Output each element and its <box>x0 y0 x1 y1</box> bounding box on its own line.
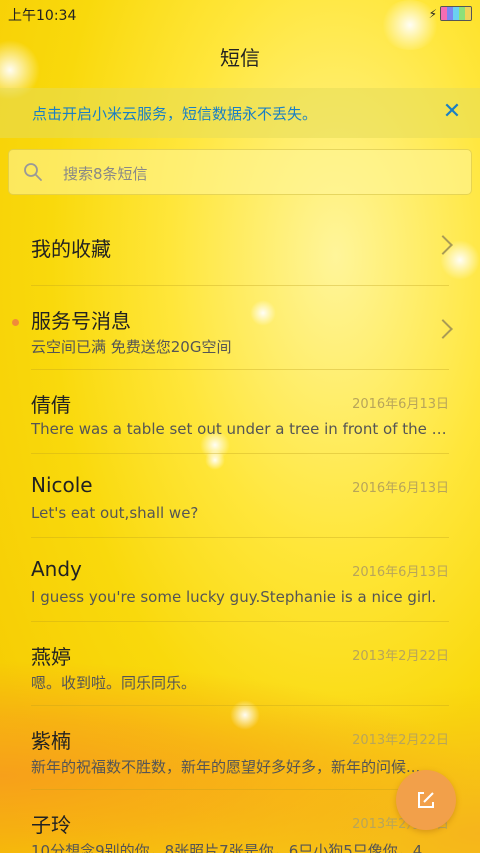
conversation-preview: 云空间已满 免费送您20G空间 <box>31 338 232 356</box>
chevron-right-icon <box>433 235 453 255</box>
compose-button[interactable] <box>396 770 456 830</box>
conversation-name: Andy <box>31 557 82 581</box>
battery-icon <box>440 6 472 21</box>
status-bar: 上午10:34 ⚡ <box>0 0 480 28</box>
compose-icon <box>418 792 434 808</box>
conversation-item[interactable]: 燕婷 2013年2月22日 嗯。收到啦。同乐同乐。 <box>0 622 480 706</box>
conversation-item[interactable]: Nicole 2016年6月13日 Let's eat out,shall we… <box>0 454 480 538</box>
cloud-banner[interactable]: 点击开启小米云服务，短信数据永不丢失。 ✕ <box>0 88 480 138</box>
charging-icon: ⚡ <box>428 6 437 21</box>
conversation-favorites[interactable]: 我的收藏 <box>0 202 480 286</box>
status-time: 上午10:34 <box>8 8 77 24</box>
cloud-banner-text[interactable]: 点击开启小米云服务，短信数据永不丢失。 <box>32 103 317 124</box>
conversation-preview: 10分想念9别的你，8张照片7张是你，6只小狗5只像你，4... <box>31 842 437 853</box>
conversation-date: 2016年6月13日 <box>352 481 449 496</box>
unread-dot <box>12 319 19 326</box>
conversation-date: 2013年2月22日 <box>352 649 449 664</box>
search-icon <box>24 163 42 181</box>
conversation-date: 2013年2月22日 <box>352 733 449 748</box>
conversation-preview: There was a table set out under a tree i… <box>31 420 449 438</box>
page-title: 短信 <box>220 46 260 70</box>
conversation-list: 我的收藏 服务号消息 云空间已满 免费送您20G空间 倩倩 2016年6月13日… <box>0 202 480 853</box>
conversation-name: Nicole <box>31 473 93 497</box>
conversation-date: 2016年6月13日 <box>352 565 449 580</box>
conversation-item[interactable]: 倩倩 2016年6月13日 There was a table set out … <box>0 370 480 454</box>
battery-segment <box>465 7 471 20</box>
conversation-name: 我的收藏 <box>31 237 111 261</box>
conversation-service-messages[interactable]: 服务号消息 云空间已满 免费送您20G空间 <box>0 286 480 370</box>
conversation-name: 倩倩 <box>31 393 71 417</box>
conversation-preview: 新年的祝福数不胜数，新年的愿望好多好多，新年的问候... <box>31 758 421 776</box>
conversation-preview: Let's eat out,shall we? <box>31 504 199 522</box>
conversation-name: 服务号消息 <box>31 309 131 333</box>
conversation-name: 燕婷 <box>31 645 71 669</box>
close-icon[interactable]: ✕ <box>438 98 466 126</box>
conversation-item[interactable]: Andy 2016年6月13日 I guess you're some luck… <box>0 538 480 622</box>
search-input[interactable]: 搜索8条短信 <box>8 149 472 195</box>
conversation-preview: 嗯。收到啦。同乐同乐。 <box>31 674 197 692</box>
conversation-name: 紫楠 <box>31 729 71 753</box>
search-placeholder: 搜索8条短信 <box>63 165 148 183</box>
conversation-name: 子玲 <box>31 813 71 837</box>
messages-screen: 上午10:34 ⚡ 短信 点击开启小米云服务，短信数据永不丢失。 ✕ 搜索8条短… <box>0 0 480 853</box>
status-icons: ⚡ <box>429 6 472 21</box>
conversation-date: 2016年6月13日 <box>352 397 449 412</box>
conversation-preview: I guess you're some lucky guy.Stephanie … <box>31 588 437 606</box>
